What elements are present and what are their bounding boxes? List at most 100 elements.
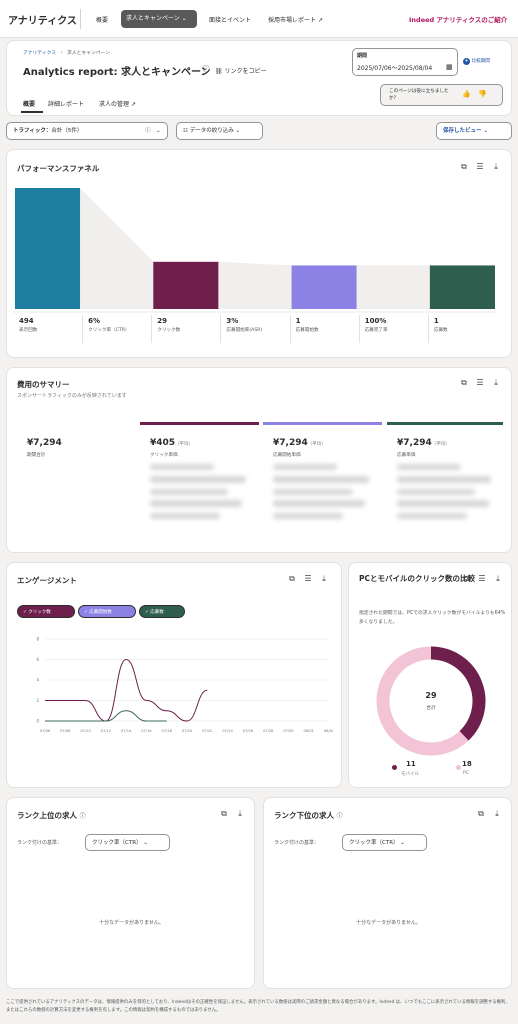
breadcrumb-separator-icon: › xyxy=(60,51,63,56)
copy-link-button[interactable]: ⛓ リンクをコピー xyxy=(215,66,267,75)
chip-apply-starts[interactable]: ✓ 応募開始数 xyxy=(78,605,136,618)
thumbs-down-icon[interactable]: 👎 xyxy=(478,90,487,98)
period-label: 期間 xyxy=(357,53,368,59)
y-tick-label: 2 xyxy=(36,698,39,703)
x-tick-label: 08/01 xyxy=(304,729,314,733)
chip-clicks[interactable]: ✓ クリック数 xyxy=(17,605,75,618)
funnel-metric-divider xyxy=(427,315,429,343)
calendar-icon: ▦ xyxy=(446,63,453,71)
nav-jobs-campaigns[interactable]: 求人とキャンペーン ⌄ xyxy=(121,10,197,28)
top-jobs-rank-select[interactable]: クリック率（CTR） ⌄ xyxy=(85,834,170,851)
nav-overview[interactable]: 概要 xyxy=(96,15,108,24)
cpa-amount: ¥7,294 xyxy=(397,438,432,448)
device-donut-chart xyxy=(376,646,486,756)
cost-bar-cpc xyxy=(140,422,259,425)
expand-icon[interactable]: ⧉ xyxy=(461,574,471,584)
cost-cpc-value: ¥405（平均） xyxy=(150,438,193,448)
top-jobs-empty-state: 十分なデータがありません。 xyxy=(99,920,164,926)
funnel-metric-divider xyxy=(289,315,291,343)
cost-total-label: 期間合計 xyxy=(27,453,46,458)
cost-cpas-label: 応募開始単価 xyxy=(273,453,301,458)
cost-subtitle: スポンサートラフィックのみが反映されています xyxy=(17,393,127,399)
y-tick-label: 4 xyxy=(36,678,39,683)
download-icon[interactable]: ⤓ xyxy=(319,574,329,584)
top-jobs-card: ランク上位の求人 ⓘ ⧉ ⤓ ランク付けの基準： クリック率（CTR） ⌄ 十分… xyxy=(6,797,255,989)
promo-link[interactable]: Indeed アナリティクスのご紹介 xyxy=(409,14,507,24)
legend-mobile-value: 11 xyxy=(406,760,416,768)
chevron-down-icon: ⌄ xyxy=(235,128,241,134)
tab-manage-jobs[interactable]: 求人の管理 ↗ xyxy=(99,99,136,108)
period-picker[interactable]: 期間 2025/07/06～2025/08/04 ▦ xyxy=(352,48,458,76)
narrow-data-button[interactable]: ☷ データの絞り込み ⌄ xyxy=(176,122,263,140)
nav-interviews-events[interactable]: 面接とイベント xyxy=(209,15,251,24)
legend-mobile-label: モバイル xyxy=(401,772,419,777)
page-title: Analytics report: 求人とキャンペーン xyxy=(23,67,211,78)
chip-applies[interactable]: ✓ 応募数 xyxy=(139,605,185,618)
thumbs-up-icon[interactable]: 👍 xyxy=(462,90,471,98)
expand-icon[interactable]: ⧉ xyxy=(219,809,229,819)
y-tick-label: 6 xyxy=(36,657,39,662)
top-jobs-title: ランク上位の求人 ⓘ xyxy=(17,810,86,821)
download-icon[interactable]: ⤓ xyxy=(235,809,245,819)
chevron-down-icon: ⌄ xyxy=(143,840,148,846)
saved-view-button[interactable]: 保存したビュー ⌄ xyxy=(436,122,512,140)
legend-pc-label: PC xyxy=(463,771,469,776)
expand-icon[interactable]: ⧉ xyxy=(459,378,469,388)
saved-view-label: 保存したビュー xyxy=(443,128,482,134)
x-tick-label: 07/30 xyxy=(283,729,294,733)
funnel-title: パフォーマンスファネル xyxy=(17,164,100,173)
x-tick-label: 07/14 xyxy=(121,729,132,733)
breadcrumb-analytics[interactable]: アナリティクス xyxy=(23,51,56,56)
engagement-card: エンゲージメント ⧉ ☰ ⤓ ✓ クリック数 ✓ 応募開始数 ✓ 応募数 8 6 4… xyxy=(6,562,342,788)
table-view-icon[interactable]: ☰ xyxy=(303,574,313,584)
funnel-rate-bg-1 xyxy=(82,261,152,309)
active-tab-indicator xyxy=(21,111,43,113)
download-icon[interactable]: ⤓ xyxy=(491,162,501,172)
table-view-icon[interactable]: ☰ xyxy=(477,574,487,584)
funnel-metric-divider xyxy=(220,315,222,343)
copy-link-label: リンクをコピー xyxy=(224,68,267,75)
donut-total-value: 29 xyxy=(425,691,437,700)
funnel-metric-value: 6% xyxy=(88,317,101,325)
x-tick-label: 07/22 xyxy=(202,729,212,733)
expand-icon[interactable]: ⧉ xyxy=(459,162,469,172)
x-tick-label: 07/06 xyxy=(40,729,51,733)
cost-cpc-label: クリック単価 xyxy=(150,453,178,458)
funnel-metric-label: 表示回数 xyxy=(19,328,38,333)
info-icon[interactable]: ⓘ xyxy=(337,813,343,820)
engagement-title: エンゲージメント xyxy=(17,576,77,585)
x-tick-label: 07/18 xyxy=(162,729,173,733)
bottom-jobs-title: ランク下位の求人 ⓘ xyxy=(274,810,343,821)
funnel-metric-value: 1 xyxy=(295,317,301,325)
funnel-metric-value: 29 xyxy=(157,317,168,325)
bottom-jobs-title-text: ランク下位の求人 xyxy=(274,811,334,820)
brand-title: アナリティクス xyxy=(8,16,77,27)
funnel-metric-label: 応募開始率(ASR) xyxy=(226,328,263,333)
info-icon: ⓘ xyxy=(145,128,151,134)
tab-overview[interactable]: 概要 xyxy=(23,99,35,108)
external-link-icon: ↗ xyxy=(317,17,323,24)
traffic-value: 合計（5件） xyxy=(51,128,83,134)
top-navigation: アナリティクス 概要 求人とキャンペーン ⌄ 面接とイベント 採用市場レポート … xyxy=(0,0,518,38)
compare-period-button[interactable]: + 比較期間 xyxy=(463,58,490,65)
tab-detail-report[interactable]: 詳細レポート xyxy=(48,99,84,108)
filter-icon: ☷ xyxy=(183,128,188,134)
download-icon[interactable]: ⤓ xyxy=(491,378,501,388)
feedback-box: このページは役に立ちましたか？ 👍 👎 xyxy=(380,84,503,106)
table-view-icon[interactable]: ☰ xyxy=(475,378,485,388)
table-view-icon[interactable]: ☰ xyxy=(475,162,485,172)
info-icon[interactable]: ⓘ xyxy=(80,813,86,820)
expand-icon[interactable]: ⧉ xyxy=(476,809,486,819)
y-tick-label: 0 xyxy=(36,719,39,724)
donut-total-label: 合計 xyxy=(426,706,436,711)
funnel-bar-2 xyxy=(291,265,357,309)
x-tick-label: 07/12 xyxy=(101,729,111,733)
nav-hiring-market-report[interactable]: 採用市場レポート ↗ xyxy=(268,15,323,24)
info-icon[interactable]: ⓘ xyxy=(201,64,211,74)
traffic-filter-select[interactable]: トラフィック：合計（5件） ⓘ ⌄ xyxy=(6,122,168,140)
download-icon[interactable]: ⤓ xyxy=(493,574,503,584)
cost-cpa-value: ¥7,294（平均） xyxy=(397,438,450,448)
expand-icon[interactable]: ⧉ xyxy=(287,574,297,584)
download-icon[interactable]: ⤓ xyxy=(492,809,502,819)
bottom-jobs-rank-select[interactable]: クリック率（CTR） ⌄ xyxy=(342,834,427,851)
